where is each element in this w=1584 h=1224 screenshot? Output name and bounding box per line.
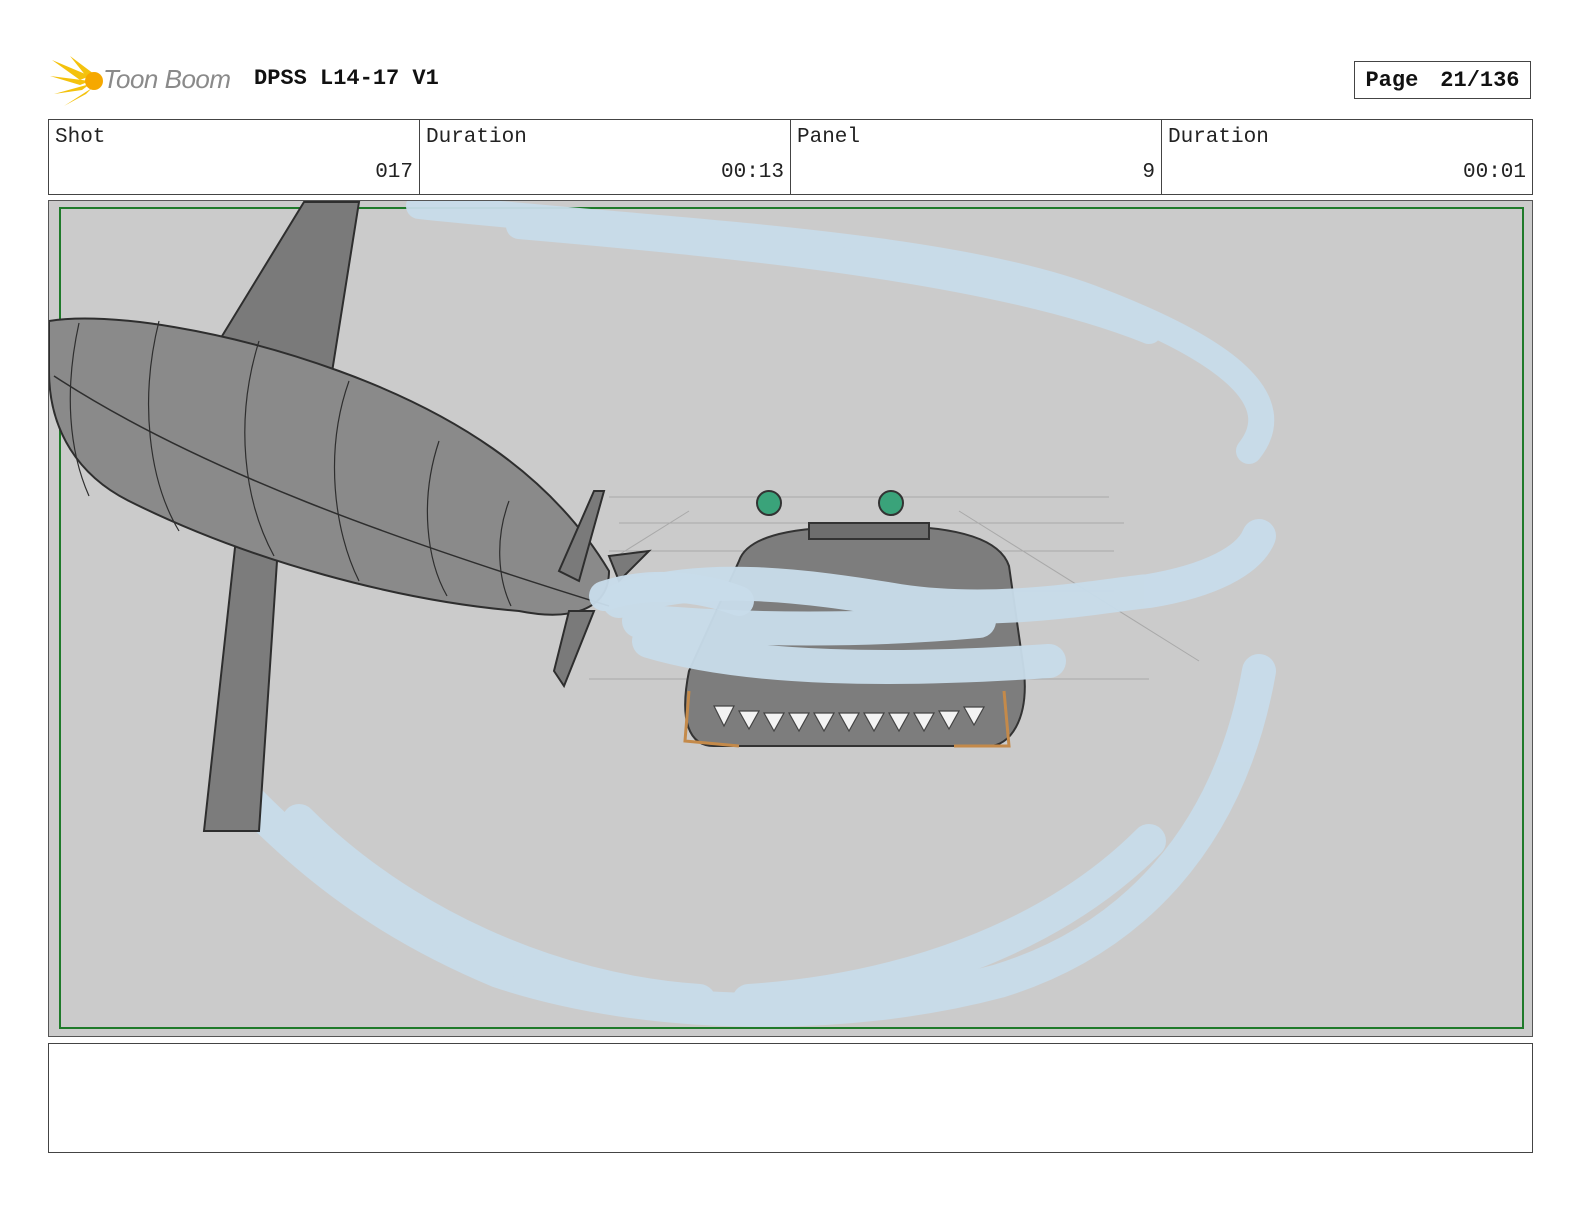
logo-text: Toon Boom xyxy=(103,64,231,94)
project-title: DPSS L14-17 V1 xyxy=(254,66,439,91)
panel-duration-cell: Duration 00:01 xyxy=(1162,120,1532,194)
shot-cell: Shot 017 xyxy=(49,120,420,194)
page-indicator: Page 21/136 xyxy=(1354,61,1531,99)
smoke-plume-near-plane xyxy=(589,571,754,616)
smoke-trail-top xyxy=(406,201,1275,464)
shot-duration-value: 00:13 xyxy=(720,161,784,184)
airplane xyxy=(49,201,652,832)
storyboard-panel xyxy=(48,200,1533,1037)
panel-value: 9 xyxy=(1142,161,1155,184)
shot-duration-cell: Duration 00:13 xyxy=(420,120,791,194)
shot-value: 017 xyxy=(375,161,413,184)
panel-duration-label: Duration xyxy=(1168,126,1269,149)
page-value: 21/136 xyxy=(1440,67,1520,93)
page-label: Page xyxy=(1365,67,1419,93)
panel-label: Panel xyxy=(797,126,861,149)
shot-label: Shot xyxy=(55,126,106,149)
panel-sketch xyxy=(49,201,1524,1029)
panel-duration-value: 00:01 xyxy=(1462,161,1526,184)
shot-duration-label: Duration xyxy=(426,126,527,149)
shot-info-table: Shot 017 Duration 00:13 Panel 9 Duration… xyxy=(48,119,1533,195)
panel-cell: Panel 9 xyxy=(791,120,1162,194)
notes-box xyxy=(48,1043,1533,1153)
